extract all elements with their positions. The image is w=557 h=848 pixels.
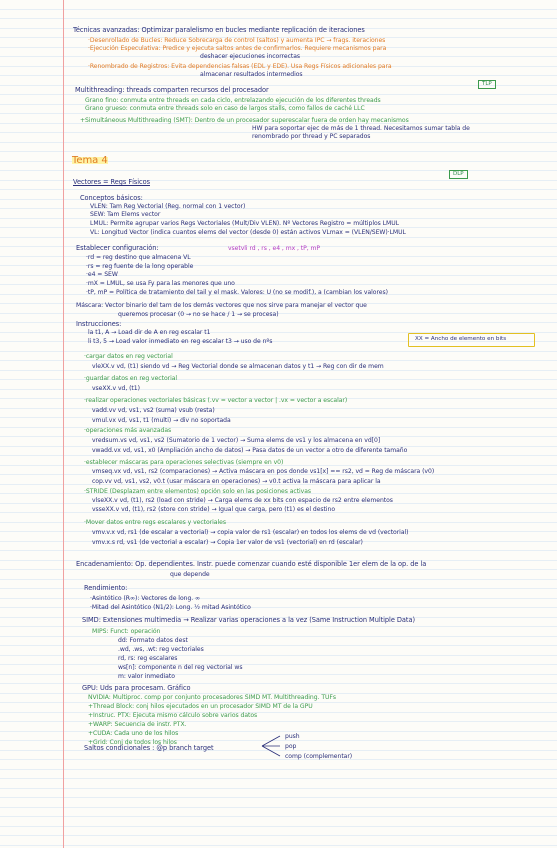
simd-line: SIMD: Extensiones multimedia → Realizar … [82, 616, 415, 624]
comp-label: comp (complementar) [285, 753, 353, 760]
vsetvli-line: vsetvli rd , rs , e4 , mx , tP, mP [228, 245, 321, 252]
pop-label: pop [285, 743, 297, 750]
note-line: vsseXX.v vd, (t1), rs2 (store con stride… [92, 506, 335, 513]
push-label: push [285, 733, 300, 740]
note-line: ·mX = LMUL, se usa Fy para las menores q… [86, 280, 235, 287]
note-line: ·rs = reg fuente de la long operable [86, 263, 194, 270]
note-line: NVIDIA: Multiproc. comp por conjunto pro… [88, 694, 336, 701]
note-line: m: valor inmediato [118, 673, 175, 680]
note-line: ·operaciones más avanzadas [84, 427, 172, 434]
note-line: HW para soportar ejec de más de 1 thread… [252, 125, 470, 132]
note-line: ·establecer máscaras para operaciones se… [84, 459, 284, 466]
mascara-line: Máscara: Vector binario del tam de los d… [76, 302, 367, 309]
note-line: vmseq.vx vd, vs1, rs2 (comparaciones) → … [92, 468, 435, 475]
notebook-page: Técnicas avanzadas: Optimizar paralelism… [0, 0, 557, 848]
note-line: vlseXX.v vd, (t1), rs2 (load con stride)… [92, 497, 393, 504]
note-line: VL: Longitud Vector (indica cuantos elem… [90, 229, 406, 236]
note-line: ·tP, mP = Política de tratamiento del ta… [86, 289, 388, 296]
note-line: +Instruc. PTX: Ejecuta mismo cálculo sob… [88, 712, 258, 719]
note-line: cop.vv vd, vs1, vs2, v0.t (usar máscara … [92, 478, 381, 485]
note-line: ·cargar datos en reg vectorial [84, 353, 173, 360]
note-line: rd, rs: reg escalares [118, 655, 178, 662]
note-line: ·Renombrado de Registros: Evita dependen… [88, 63, 392, 70]
gpu-line: GPU: Uds para procesam. Gráfico [82, 684, 191, 692]
note-line: ·e4 = SEW [86, 271, 118, 278]
tlp-badge: TLP [478, 80, 496, 89]
note-line: Grano grueso: conmuta entre threads solo… [85, 105, 365, 112]
note-line: vseXX.v vd, (t1) [92, 385, 140, 392]
note-line: ·STRIDE (Desplazam entre elementos) opci… [84, 488, 312, 495]
note-line: ws[n]: componente n del reg vectorial ws [118, 664, 243, 671]
note-line: +Simultáneous Multithreading (SMT): Dent… [80, 117, 409, 124]
note-line: vmv.v.x vd, rs1 (de escalar a vectorial)… [92, 529, 409, 536]
note-line: VLEN: Tam Reg Vectorial (Reg. normal con… [90, 203, 246, 210]
note-line: dd: Formato datos dest [118, 637, 188, 644]
note-line: deshacer ejecuciones incorrectas [200, 53, 301, 60]
note-line: +WARP: Secuencia de instr. PTX. [88, 721, 187, 728]
callout-text: XX = Ancho de elemento en bits [415, 336, 507, 342]
dlp-badge: DLP [449, 170, 468, 179]
note-line: que depende [170, 571, 210, 578]
element-width-callout: XX = Ancho de elemento en bits [408, 333, 535, 347]
note-line: ·Mover datos entre regs escalares y vect… [84, 519, 226, 526]
note-line: ·realizar operaciones vectoriales básica… [84, 397, 348, 404]
heading-conceptos: Conceptos básicos: [80, 194, 143, 202]
heading-configuracion: Establecer configuración: [76, 244, 159, 252]
note-line: SEW: Tam Elems vector [90, 211, 161, 218]
note-line: vleXX.v vd, (t1) siendo vd → Reg Vectori… [92, 363, 384, 370]
note-line: vwadd.vx vd, vs1, x0 (Ampliación ancho d… [92, 447, 408, 454]
note-line: ·Mitad del Asintótico (N1/2): Long. ½ mi… [90, 604, 251, 611]
note-line: +CUDA: Cada uno de los hilos [88, 730, 179, 737]
encadenamiento-line: Encadenamiento: Op. dependientes. Instr.… [76, 560, 427, 568]
note-line: vredsum.vs vd, vs1, vs2 (Sumatorio de 1 … [92, 437, 381, 444]
heading-multithreading: Multithreading: threads comparten recurs… [75, 86, 269, 94]
note-line: ·Ejecución Especulativa: Predice y ejecu… [88, 45, 387, 52]
note-line: MIPS: Funct: operación [92, 628, 161, 635]
note-line: .wd, .ws, .wt: reg vectoriales [118, 646, 204, 653]
note-line: ·rd = reg destino que almacena VL [86, 254, 191, 261]
note-line: vmul.vx vd, vs1, t1 (multi) → div no sop… [92, 417, 231, 424]
note-line: Grano fino: conmuta entre threads en cad… [85, 97, 381, 104]
note-line: ·Asintótico (R∞): Vectores de long. ∞ [90, 595, 201, 602]
heading-rendimiento: Rendimiento: [84, 584, 128, 592]
note-line: ·Desenrollado de Bucles: Reduce Sobrecar… [88, 37, 386, 44]
note-line: queremos procesar (0 → no se hace / 1 → … [118, 311, 279, 318]
note-line: almacenar resultados intermedios [200, 71, 303, 78]
note-line: ·guardar datos en reg vectorial [84, 375, 178, 382]
heading-tecnicas-avanzadas: Técnicas avanzadas: Optimizar paralelism… [73, 26, 365, 34]
saltos-condicionales: Saltos condicionales : @p branch target [84, 744, 214, 752]
note-line: la t1, A → Load dir de A en reg escalar … [88, 329, 211, 336]
branch-arrows [261, 735, 281, 757]
note-line: vmv.x.s rd, vs1 (de vectorial a escalar)… [92, 539, 363, 546]
topic-title: Tema 4 [72, 155, 108, 166]
note-line: +Thread Block: conj hilos ejecutados en … [88, 703, 313, 710]
note-line: li t3, 5 → Load valor inmediato en reg e… [88, 338, 273, 345]
heading-instrucciones: Instrucciones: [76, 320, 122, 328]
note-line: LMUL: Permite agrupar varios Regs Vector… [90, 220, 399, 227]
heading-vectores: Vectores = Regs Físicos [73, 178, 150, 186]
note-line: vadd.vv vd, vs1, vs2 (suma) vsub (resta) [92, 407, 215, 414]
note-line: renombrado por thread y PC separados [252, 133, 371, 140]
margin-line [63, 0, 64, 848]
